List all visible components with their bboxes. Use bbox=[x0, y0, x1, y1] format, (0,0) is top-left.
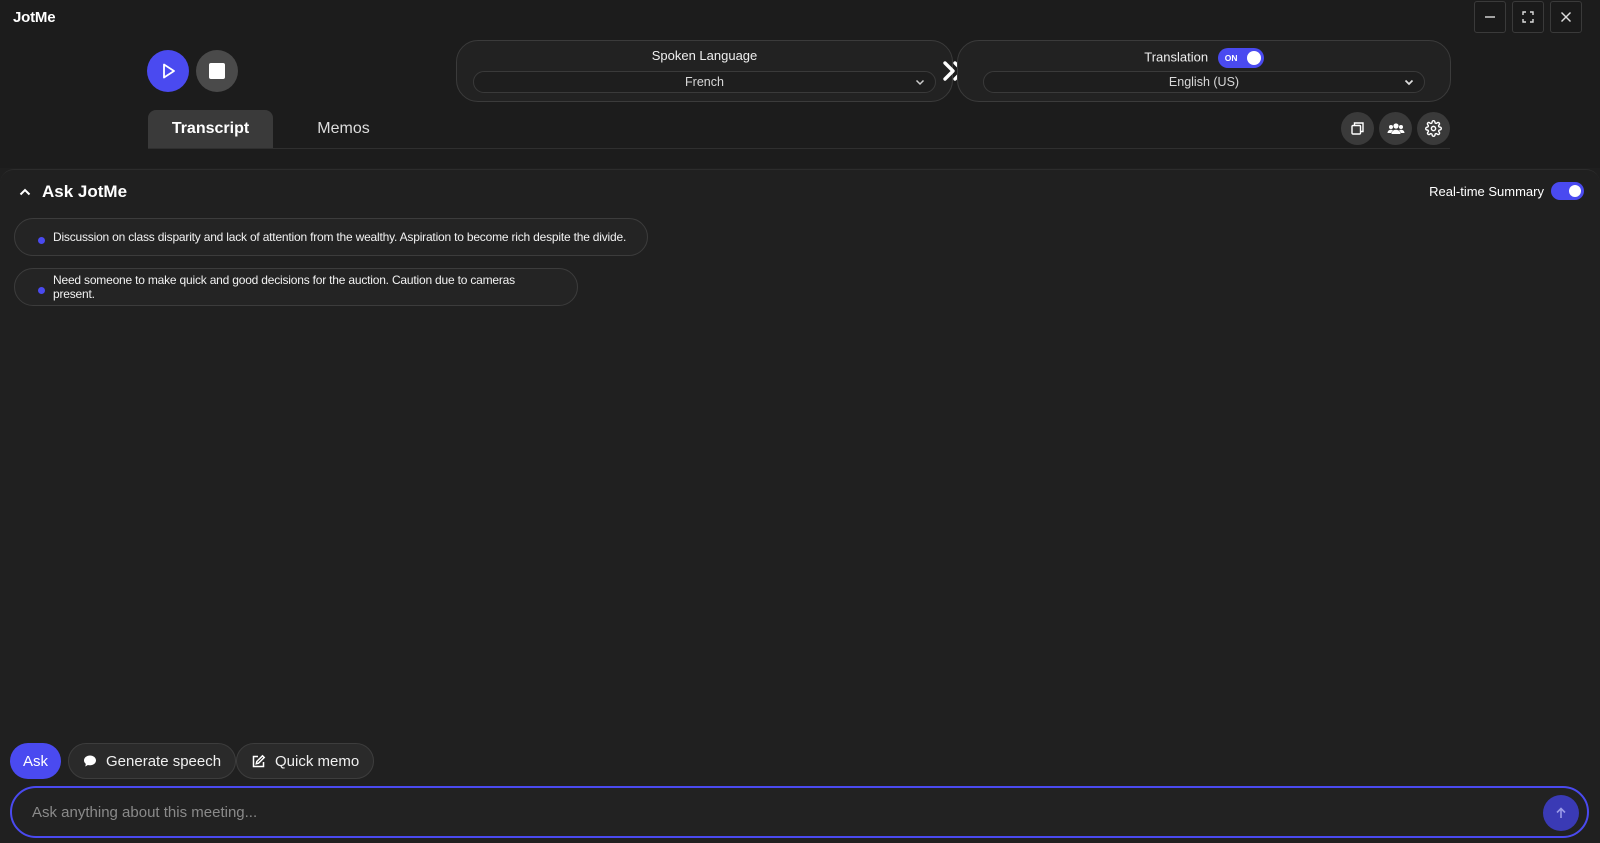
maximize-icon bbox=[1522, 11, 1534, 23]
ask-input-container bbox=[10, 786, 1589, 838]
play-icon bbox=[163, 63, 175, 79]
ask-input[interactable] bbox=[32, 803, 1492, 821]
translation-card: Translation ON English (US) bbox=[957, 40, 1451, 102]
quick-memo-button[interactable]: Quick memo bbox=[236, 743, 375, 779]
close-icon bbox=[1561, 12, 1571, 22]
close-button[interactable] bbox=[1550, 1, 1582, 33]
translation-toggle[interactable]: ON bbox=[1217, 48, 1264, 68]
translation-label: Translation bbox=[1144, 49, 1209, 65]
spoken-language-value: French bbox=[685, 75, 724, 89]
ask-jotme-panel: Ask JotMe Real-time Summary Discussion o… bbox=[0, 169, 1600, 843]
toggle-knob bbox=[1569, 185, 1581, 197]
summary-text: Discussion on class disparity and lack o… bbox=[53, 230, 627, 244]
arrow-up-icon bbox=[1556, 807, 1566, 818]
summary-item: Need someone to make quick and good deci… bbox=[14, 268, 578, 306]
play-button[interactable] bbox=[147, 50, 189, 92]
quick-memo-label: Quick memo bbox=[275, 752, 360, 770]
ask-jotme-title: Ask JotMe bbox=[42, 182, 128, 201]
tab-memos[interactable]: Memos bbox=[296, 110, 391, 148]
summary-item: Discussion on class disparity and lack o… bbox=[14, 218, 648, 256]
realtime-summary-control: Real-time Summary bbox=[1429, 182, 1584, 200]
spoken-language-select[interactable]: French bbox=[473, 71, 936, 93]
ask-button[interactable]: Ask bbox=[10, 743, 61, 779]
minimize-button[interactable] bbox=[1474, 1, 1506, 33]
realtime-summary-toggle[interactable] bbox=[1551, 182, 1584, 200]
chevron-down-icon bbox=[915, 79, 925, 86]
stop-button[interactable] bbox=[196, 50, 238, 92]
settings-button[interactable] bbox=[1417, 112, 1450, 145]
edit-icon bbox=[252, 754, 266, 767]
chevron-down-icon bbox=[1404, 79, 1414, 86]
bullet-dot bbox=[38, 237, 45, 244]
speech-bubble-icon bbox=[84, 755, 96, 767]
chevron-up-icon[interactable] bbox=[18, 185, 32, 199]
app-window: JotMe Spoken Language French Translation… bbox=[0, 0, 1600, 843]
copy-button[interactable] bbox=[1341, 112, 1374, 145]
realtime-summary-label: Real-time Summary bbox=[1429, 183, 1544, 199]
translation-toggle-text: ON bbox=[1224, 53, 1238, 63]
summary-text: Need someone to make quick and good deci… bbox=[53, 273, 515, 301]
top-bar: JotMe Spoken Language French Translation… bbox=[0, 0, 1600, 168]
ask-jotme-header: Ask JotMe bbox=[18, 182, 127, 202]
maximize-button[interactable] bbox=[1512, 1, 1544, 33]
bullet-dot bbox=[38, 287, 45, 294]
toggle-knob bbox=[1246, 51, 1261, 65]
stop-icon bbox=[209, 63, 225, 79]
app-title: JotMe bbox=[13, 9, 56, 26]
minimize-icon bbox=[1485, 16, 1495, 18]
settings-icon bbox=[1425, 120, 1442, 137]
generate-speech-label: Generate speech bbox=[106, 752, 222, 770]
translation-language-select[interactable]: English (US) bbox=[983, 71, 1425, 93]
participants-button[interactable] bbox=[1379, 112, 1412, 145]
copy-icon bbox=[1351, 122, 1364, 135]
tab-divider bbox=[148, 148, 1450, 149]
spoken-language-card: Spoken Language French bbox=[456, 40, 953, 102]
spoken-language-label: Spoken Language bbox=[651, 48, 758, 63]
translation-language-value: English (US) bbox=[1168, 75, 1240, 89]
generate-speech-button[interactable]: Generate speech bbox=[68, 743, 237, 779]
tab-transcript[interactable]: Transcript bbox=[148, 110, 273, 148]
send-button[interactable] bbox=[1543, 795, 1579, 831]
people-icon bbox=[1387, 123, 1404, 134]
